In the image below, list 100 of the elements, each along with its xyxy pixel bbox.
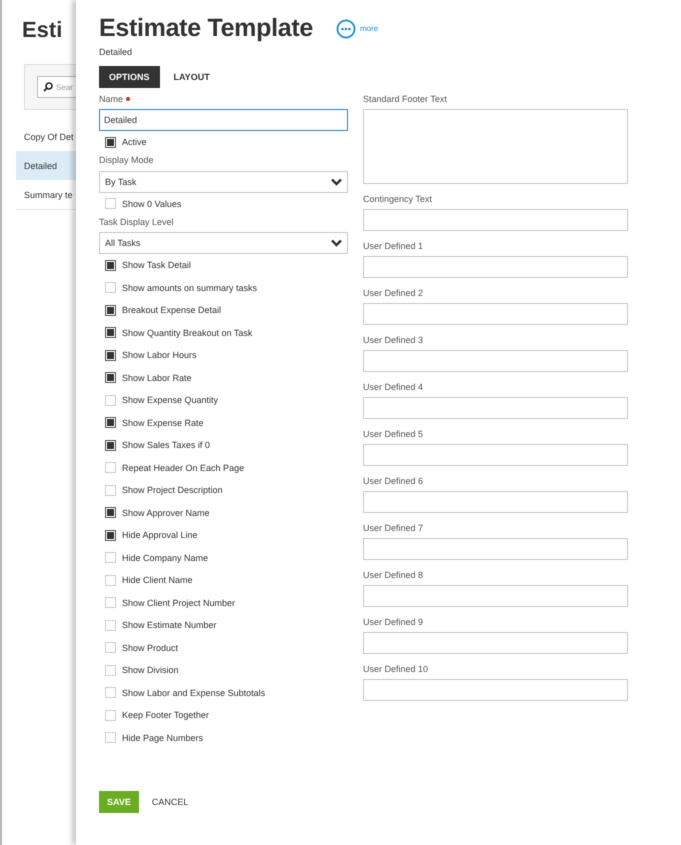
panel-subtitle: Detailed	[99, 47, 134, 57]
checkbox-label: Show 0 Values	[122, 198, 182, 209]
text-field[interactable]	[363, 632, 628, 654]
text-field[interactable]	[363, 350, 628, 372]
template-list-item[interactable]: Copy Of Det	[16, 122, 76, 151]
checkbox-option[interactable]: Show Division	[99, 659, 348, 682]
field-label: User Defined 8	[363, 568, 424, 581]
checkbox-label: Active	[122, 137, 147, 148]
checkbox-label: Breakout Expense Detail	[122, 305, 222, 316]
template-list-item[interactable]: Summary te	[16, 180, 76, 209]
checkbox-label: Hide Approval Line	[122, 530, 198, 540]
text-field[interactable]	[363, 209, 628, 231]
checkbox-option[interactable]: Show 0 Values	[99, 192, 348, 215]
checkbox-option[interactable]: Repeat Header On Each Page	[99, 456, 348, 479]
panel-title: Estimate Template	[99, 14, 313, 43]
search-icon	[43, 82, 53, 92]
text-field[interactable]	[363, 256, 628, 278]
field-label: User Defined 9	[363, 616, 424, 628]
checkbox-option[interactable]: Show Expense Rate	[99, 412, 348, 434]
checkbox[interactable]	[105, 304, 116, 316]
tab[interactable]: LAYOUT	[164, 66, 220, 88]
text-field[interactable]	[363, 491, 628, 513]
text-field[interactable]	[363, 397, 628, 419]
field-label: User Defined 1	[363, 240, 424, 252]
checkbox[interactable]	[105, 530, 116, 541]
field-label: User Defined 2	[363, 286, 424, 299]
more-link[interactable]: more	[336, 18, 378, 38]
text-field[interactable]	[363, 444, 628, 466]
checkbox-label: Show Labor Hours	[122, 350, 197, 360]
field-label: Name	[99, 94, 124, 104]
checkbox-option[interactable]: Hide Company Name	[99, 546, 348, 569]
field-label: User Defined 6	[363, 474, 424, 487]
field-label: User Defined 3	[363, 334, 424, 346]
checkbox-label: Hide Company Name	[122, 552, 208, 563]
checkbox-label: Keep Footer Together	[122, 710, 209, 720]
checkbox-option[interactable]: Show Task Detail	[99, 254, 348, 276]
checkbox-option[interactable]: Show Client Project Number	[99, 592, 348, 614]
text-field[interactable]	[363, 585, 628, 607]
checkbox-label: Show Quantity Breakout on Task	[122, 328, 252, 338]
footer-text-area[interactable]	[363, 109, 628, 184]
field-label: Contingency Text	[363, 192, 433, 205]
checkbox-option[interactable]: Hide Approval Line	[99, 524, 348, 546]
checkbox-label: Show amounts on summary tasks	[122, 282, 258, 293]
checkbox[interactable]	[105, 440, 116, 451]
text-field[interactable]	[363, 538, 628, 560]
checkbox-label: Hide Page Numbers	[122, 732, 204, 743]
checkbox[interactable]	[105, 372, 116, 384]
checkbox-option[interactable]: Show Quantity Breakout on Task	[99, 322, 348, 344]
checkbox-option[interactable]: Show amounts on summary tasks	[99, 276, 348, 299]
checkbox-label: Show Division	[122, 665, 179, 676]
name-field[interactable]: Detailed	[99, 109, 348, 131]
checkbox-label: Show Labor Rate	[122, 372, 192, 383]
checkbox[interactable]	[105, 417, 116, 428]
task-level-select[interactable]: All Tasks	[99, 232, 348, 254]
checkbox[interactable]	[105, 260, 116, 271]
field-label: User Defined 5	[363, 428, 424, 440]
field-label: Display Mode	[99, 154, 155, 166]
checkbox-option[interactable]: Show Labor Hours	[99, 344, 348, 366]
checkbox-label: Show Labor and Expense Subtotals	[122, 688, 266, 698]
checkbox-label: Show Expense Rate	[122, 418, 204, 428]
checkbox-label: Show Task Detail	[122, 260, 191, 270]
checkbox[interactable]	[105, 507, 116, 518]
tab[interactable]: OPTIONS	[99, 66, 160, 88]
checkbox-option[interactable]: Show Project Description	[99, 479, 348, 502]
checkbox-option[interactable]: Keep Footer Together	[99, 704, 348, 726]
checkbox-label: Show Product	[122, 642, 178, 653]
more-icon	[336, 18, 356, 38]
page-title: Esti	[21, 17, 64, 44]
checkbox[interactable]	[105, 136, 116, 148]
checkbox-option[interactable]: Hide Page Numbers	[99, 726, 348, 749]
field-label: Task Display Level	[99, 216, 175, 228]
checkbox-option[interactable]: Show Expense Quantity	[99, 389, 348, 412]
checkbox[interactable]	[105, 327, 116, 338]
field-label: User Defined 10	[363, 662, 430, 675]
checkbox-option[interactable]: Show Labor Rate	[99, 366, 348, 389]
checkbox-label: Hide Client Name	[122, 575, 193, 586]
checkbox-label: Show Client Project Number	[122, 598, 236, 608]
checkbox[interactable]	[105, 350, 116, 361]
display-mode-select[interactable]: By Task	[99, 170, 348, 192]
checkbox-label: Show Expense Quantity	[122, 395, 218, 406]
template-list-item[interactable]: Detailed	[16, 151, 76, 180]
checkbox-option[interactable]: Show Product	[99, 636, 348, 659]
checkbox-option[interactable]: Active	[99, 131, 348, 154]
checkbox-option[interactable]: Hide Client Name	[99, 569, 348, 592]
checkbox-option[interactable]: Breakout Expense Detail	[99, 299, 348, 322]
checkbox-label: Show Estimate Number	[122, 620, 217, 630]
field-label: User Defined 4	[363, 380, 424, 393]
checkbox-option[interactable]: Show Labor and Expense Subtotals	[99, 682, 348, 704]
checkbox-label: Show Sales Taxes if 0	[122, 440, 210, 450]
checkbox-option[interactable]: Show Sales Taxes if 0	[99, 434, 348, 456]
chevron-down-icon	[331, 178, 342, 186]
text-field[interactable]	[363, 679, 628, 701]
field-label: User Defined 7	[363, 522, 424, 534]
text-field[interactable]	[363, 303, 628, 325]
checkbox-label: Show Approver Name	[122, 508, 210, 518]
checkbox-option[interactable]: Show Approver Name	[99, 502, 348, 524]
cancel-button[interactable]: CANCEL	[152, 791, 196, 813]
checkbox-option[interactable]: Show Estimate Number	[99, 614, 348, 636]
checkbox-label: Show Project Description	[122, 485, 223, 496]
checkbox-label: Repeat Header On Each Page	[122, 462, 244, 473]
